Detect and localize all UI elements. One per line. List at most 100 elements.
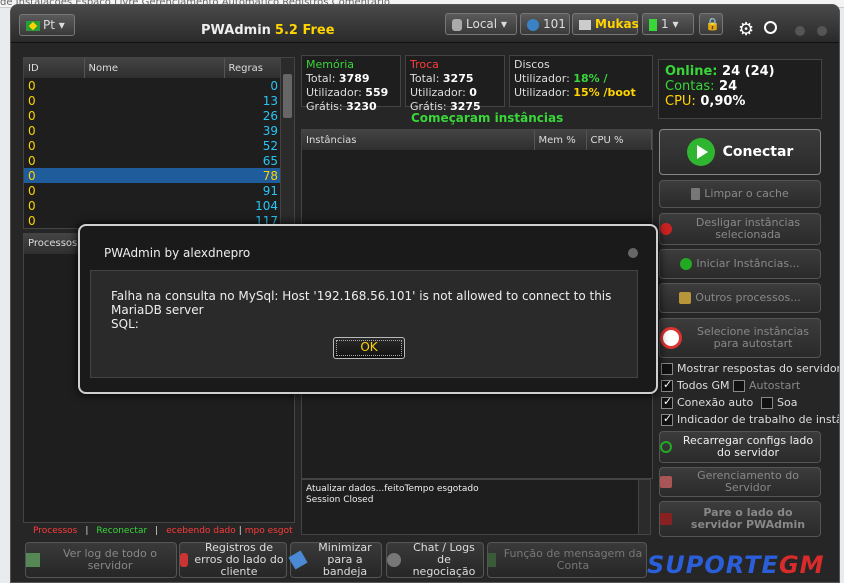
chat-logs-button[interactable]: Chat / Logs de negociação xyxy=(386,542,484,578)
column-cpu[interactable]: CPU % xyxy=(586,130,652,150)
minimize-tray-button[interactable]: Minimizar para a bandeja xyxy=(288,542,382,578)
online-counter[interactable]: 101 xyxy=(520,13,570,35)
column-nome[interactable]: Nome xyxy=(84,58,225,78)
app-name: PWAdmin xyxy=(201,23,271,38)
log-line-2: Session Closed xyxy=(306,495,374,505)
checkbox-box[interactable] xyxy=(661,412,673,426)
table-row[interactable]: 0 91 xyxy=(24,183,282,198)
table-row[interactable]: 00 xyxy=(24,78,282,93)
error-logs-button[interactable]: Registros de erros do lado do cliente xyxy=(179,542,287,578)
cell-nome xyxy=(84,198,224,213)
checkbox-box[interactable] xyxy=(761,396,773,409)
table-row[interactable]: 0 104 xyxy=(24,198,282,213)
checkbox-box[interactable] xyxy=(733,379,745,392)
user-button[interactable]: Mukas xyxy=(572,13,639,35)
other-processes-button[interactable]: Outros processos... xyxy=(659,283,821,313)
show-responses-checkbox[interactable]: Mostrar respostas do servidor xyxy=(661,362,839,375)
accounts-label: Contas: xyxy=(665,79,715,94)
legend-receiving: ecebendo dado xyxy=(166,526,236,536)
tray-icon xyxy=(288,550,308,570)
table-row[interactable]: 0 65 xyxy=(24,153,282,168)
start-instances-button[interactable]: Iniciar Instâncias... xyxy=(659,249,821,279)
online-value: 24 (24) xyxy=(722,64,775,79)
scroll-thumb[interactable] xyxy=(283,74,292,118)
cell-regras: 104 xyxy=(255,198,278,213)
column-mem[interactable]: Mem % xyxy=(534,130,587,150)
disk1-value: 18% / xyxy=(573,72,608,85)
red-dot-icon xyxy=(660,223,672,235)
slot-selector[interactable]: 1 ▾ xyxy=(642,13,694,35)
online-label: Online: xyxy=(665,64,718,79)
tools-icon xyxy=(679,292,692,304)
disks-title: Discos xyxy=(514,58,550,71)
ok-button[interactable]: OK xyxy=(333,337,405,359)
error-dialog: PWAdmin by alexdnepro Falha na consulta … xyxy=(78,224,658,394)
cell-id: 0 xyxy=(28,168,36,183)
brazil-flag-icon xyxy=(26,20,40,31)
all-gm-checkbox[interactable]: Todos GM xyxy=(661,378,730,392)
work-indicator-checkbox[interactable]: Indicador de trabalho de instân xyxy=(661,412,839,426)
cell-regras: 65 xyxy=(262,153,278,168)
instance-table: ID Nome Regras xyxy=(24,58,294,78)
autostart-checkbox[interactable]: Autostart xyxy=(733,379,800,392)
instance-list-scrollbar[interactable] xyxy=(280,58,294,228)
dialog-message-line2: SQL: xyxy=(111,317,139,331)
clear-cache-label: Limpar o cache xyxy=(704,187,789,200)
minimize-dot-icon[interactable] xyxy=(795,26,805,36)
accounts-value: 24 xyxy=(719,79,738,94)
reload-configs-label: Recarregar configs lado do servidor xyxy=(682,434,814,459)
watermark-part2: GM xyxy=(778,551,825,579)
checkbox-box[interactable] xyxy=(661,362,673,375)
table-header: ID Nome Regras xyxy=(24,58,294,78)
close-dot-icon[interactable] xyxy=(817,26,827,36)
cell-regras: 26 xyxy=(262,108,278,123)
reload-configs-button[interactable]: Recarregar configs lado do servidor xyxy=(659,431,821,463)
cell-nome xyxy=(84,123,224,138)
lock-button[interactable]: 🔒 xyxy=(699,13,723,35)
view-log-button[interactable]: Ver log de todo o servidor xyxy=(25,542,177,578)
green-dot-icon xyxy=(680,258,693,270)
server-label: Local xyxy=(466,17,498,31)
app-version: 5.2 Free xyxy=(274,23,335,38)
column-instancias[interactable]: Instâncias xyxy=(302,130,535,150)
autostart-select-button[interactable]: Selecione instâncias para autostart xyxy=(659,318,821,358)
stop-server-button[interactable]: Pare o lado do servidor PWAdmin xyxy=(659,501,821,537)
log-line-1: Atualizar dados...feitoTempo esgotado xyxy=(306,484,479,494)
clear-cache-button[interactable]: Limpar o cache xyxy=(659,180,821,208)
autostart-label: Autostart xyxy=(749,379,801,392)
column-id[interactable]: ID xyxy=(24,58,85,78)
suportegm-watermark: SUPORTEGM xyxy=(647,551,825,579)
clock-icon[interactable] xyxy=(764,21,777,34)
slot-label: 1 xyxy=(661,17,669,31)
message-function-button[interactable]: Função de mensagem da Conta xyxy=(487,542,647,578)
table-row[interactable]: 0 26 xyxy=(24,108,282,123)
memory-free: 3230 xyxy=(346,100,377,113)
gear-icon[interactable]: ⚙ xyxy=(738,19,754,40)
table-row[interactable]: 0 13 xyxy=(24,93,282,108)
server-selector[interactable]: Local ▾ xyxy=(445,13,517,35)
dialog-close-dot-icon[interactable] xyxy=(628,248,638,258)
lifebuoy-icon xyxy=(660,327,682,349)
language-selector[interactable]: Pt ▾ xyxy=(19,14,75,36)
server-management-button[interactable]: Gerenciamento do Servidor xyxy=(659,467,821,497)
log-scrollbar[interactable] xyxy=(638,480,650,534)
cell-nome xyxy=(84,153,224,168)
cell-id: 0 xyxy=(28,213,36,228)
sound-checkbox[interactable]: Soa xyxy=(761,396,797,409)
dialog-title: PWAdmin by alexdnepro xyxy=(104,246,251,260)
cell-id: 0 xyxy=(28,123,36,138)
cell-nome xyxy=(84,183,224,198)
swap-box: Troca Total: 3275 Utilizador: 0 Grátis: … xyxy=(405,55,505,113)
checkbox-box[interactable] xyxy=(661,395,673,409)
table-row[interactable]: 0 52 xyxy=(24,138,282,153)
checkbox-box[interactable] xyxy=(661,378,673,392)
table-row[interactable]: 0 39 xyxy=(24,123,282,138)
table-row[interactable]: 0 78 xyxy=(24,168,282,183)
error-log-icon xyxy=(180,553,188,567)
auto-connect-checkbox[interactable]: Conexão auto xyxy=(661,395,753,409)
connect-button[interactable]: Conectar xyxy=(659,129,821,175)
stop-instances-button[interactable]: Desligar instâncias selecionada xyxy=(659,213,821,245)
cell-regras: 0 xyxy=(270,78,278,93)
cell-id: 0 xyxy=(28,108,36,123)
message-icon xyxy=(488,553,496,567)
